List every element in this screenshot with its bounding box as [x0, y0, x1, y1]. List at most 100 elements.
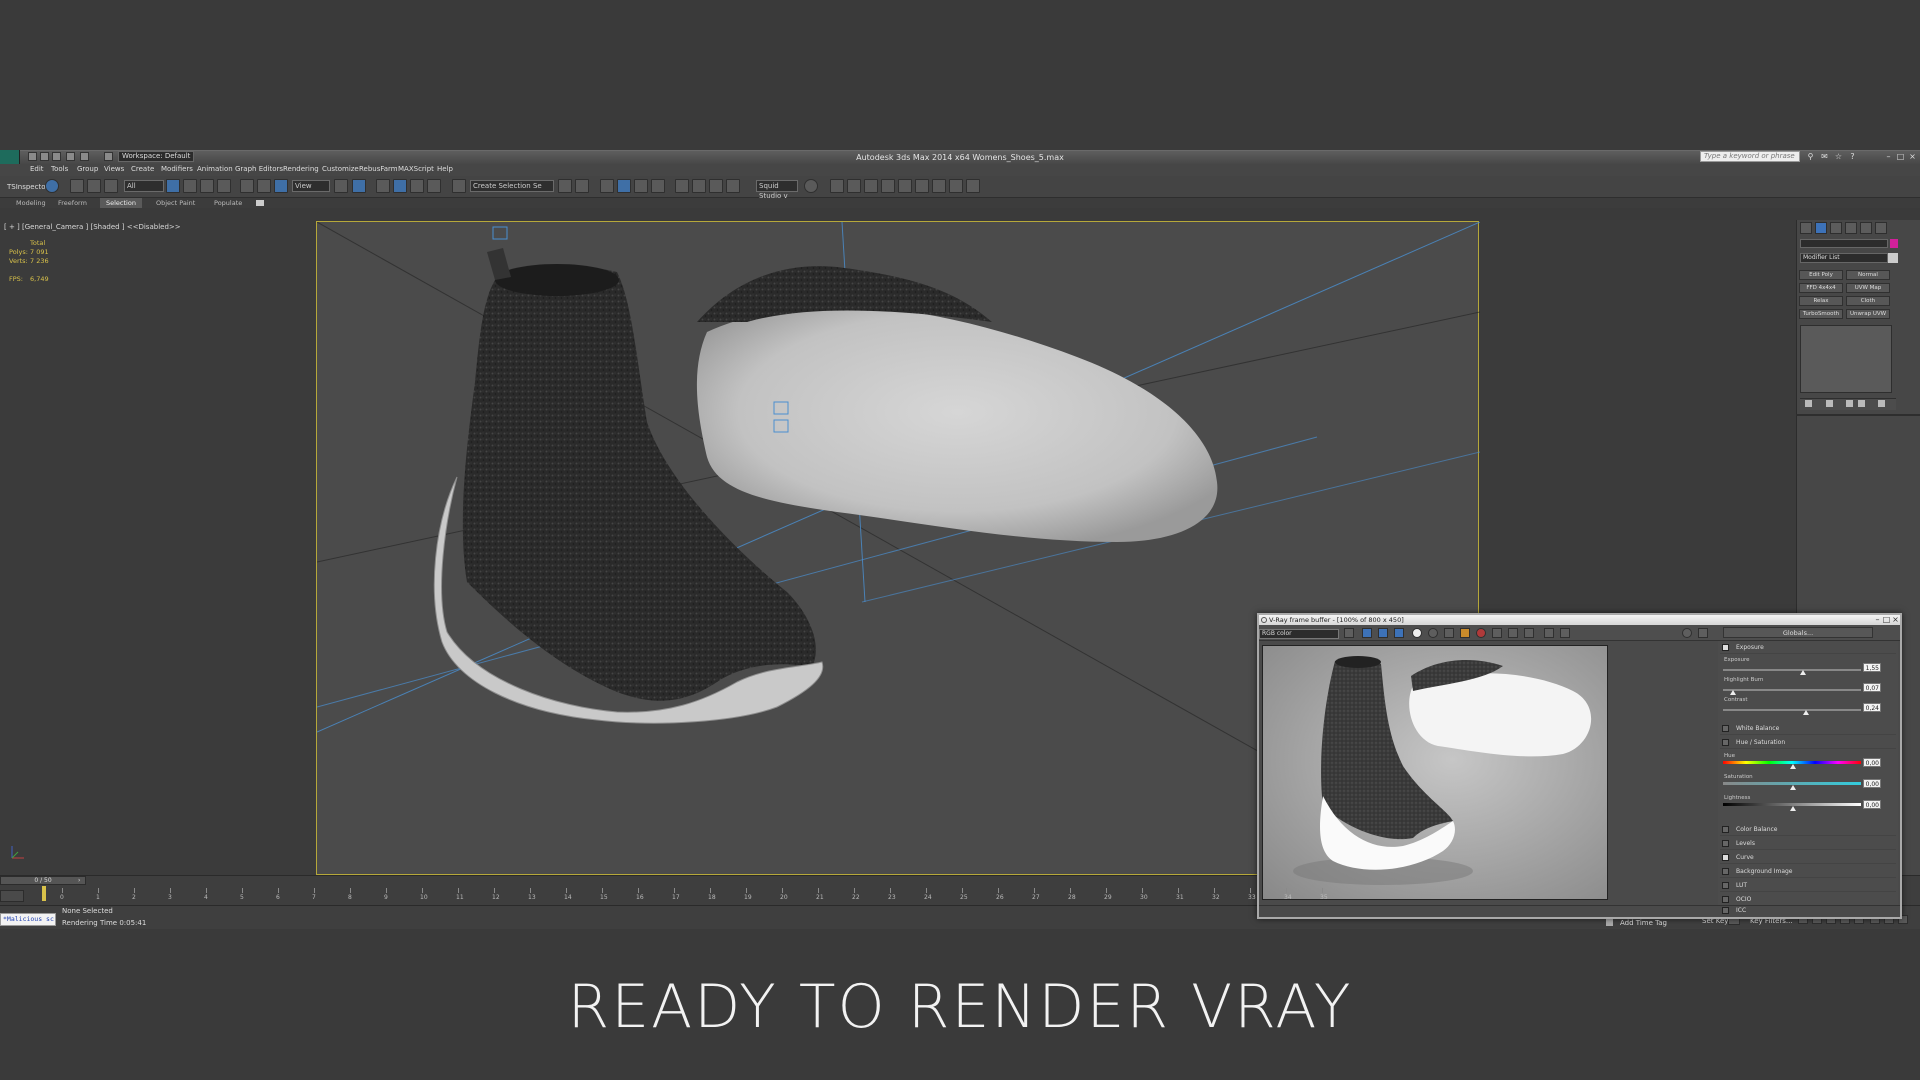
motion-tab-icon[interactable]: [1845, 222, 1857, 234]
minimize-icon[interactable]: –: [1884, 152, 1893, 161]
layer-manager-icon[interactable]: [617, 179, 631, 193]
saturation-slider-thumb[interactable]: [1790, 785, 1796, 790]
modifier-button-edit-poly[interactable]: Edit Poly: [1799, 270, 1843, 280]
move-icon[interactable]: [240, 179, 254, 193]
viewport-label[interactable]: [ + ] [General_Camera ] [Shaded ] <<Disa…: [4, 223, 181, 231]
align-icon[interactable]: [575, 179, 589, 193]
white-balance-section[interactable]: White Balance: [1720, 723, 1896, 735]
next-frame-arrow-icon[interactable]: ›: [78, 877, 84, 884]
render-production-icon[interactable]: [804, 179, 818, 193]
pixel-info-icon[interactable]: [1560, 628, 1570, 638]
cart-icon[interactable]: [966, 179, 980, 193]
snap-toggle-icon[interactable]: [376, 179, 390, 193]
red-channel-icon[interactable]: [1362, 628, 1372, 638]
make-unique-icon[interactable]: [1846, 400, 1853, 407]
time-slider[interactable]: 0 / 50: [0, 876, 86, 885]
maxscript-listener-input[interactable]: *Malicious sc: [0, 913, 56, 926]
vray-icon-4[interactable]: [881, 179, 895, 193]
hue-slider-thumb[interactable]: [1790, 764, 1796, 769]
bind-space-warp-icon[interactable]: [104, 179, 118, 193]
utilities-tab-icon[interactable]: [1875, 222, 1887, 234]
pin-stack-icon[interactable]: [1805, 400, 1812, 407]
rendered-image[interactable]: [1262, 645, 1608, 900]
lock-icon[interactable]: [1606, 919, 1613, 926]
menu-maxscript[interactable]: MAXScript: [398, 165, 434, 173]
tab-populate[interactable]: Populate: [208, 198, 248, 208]
exposure-section[interactable]: Exposure: [1720, 642, 1896, 654]
close-icon[interactable]: ×: [1908, 152, 1917, 161]
display-tab-icon[interactable]: [1860, 222, 1872, 234]
exposure-value[interactable]: 1,55: [1863, 663, 1881, 672]
menu-views[interactable]: Views: [104, 165, 124, 173]
menu-graph-editors[interactable]: Graph Editors: [235, 165, 283, 173]
window-crossing-icon[interactable]: [217, 179, 231, 193]
tab-freeform[interactable]: Freeform: [52, 198, 93, 208]
reference-coordinate-dropdown[interactable]: View: [292, 180, 330, 192]
render-frame-window-icon[interactable]: [726, 179, 740, 193]
show-end-result-icon[interactable]: [1826, 400, 1833, 407]
contrast-slider-thumb[interactable]: [1803, 710, 1809, 715]
tsinspector-icon[interactable]: [45, 179, 59, 193]
alpha-channel-icon[interactable]: [1412, 628, 1422, 638]
color-balance-section[interactable]: Color Balance: [1720, 824, 1896, 836]
levels-section[interactable]: Levels: [1720, 838, 1896, 850]
region-render-icon[interactable]: [1492, 628, 1502, 638]
menu-animation[interactable]: Animation: [197, 165, 233, 173]
hue-value[interactable]: 0,00: [1863, 758, 1881, 767]
menu-tools[interactable]: Tools: [51, 165, 68, 173]
lightness-slider-thumb[interactable]: [1790, 806, 1796, 811]
remove-modifier-icon[interactable]: [1858, 400, 1865, 407]
spinner-snap-icon[interactable]: [427, 179, 441, 193]
tsinspector-label[interactable]: TSInspector: [7, 182, 48, 192]
contrast-value[interactable]: 0,24: [1863, 703, 1881, 712]
trash-icon[interactable]: [949, 179, 963, 193]
hue-saturation-section[interactable]: Hue / Saturation: [1720, 737, 1896, 749]
modify-tab-icon[interactable]: [1815, 222, 1827, 234]
menu-edit[interactable]: Edit: [30, 165, 44, 173]
menu-group[interactable]: Group: [77, 165, 98, 173]
render-last-icon[interactable]: [1524, 628, 1534, 638]
named-selection-dropdown[interactable]: Create Selection Se: [470, 180, 554, 192]
menu-customize[interactable]: Customize: [322, 165, 359, 173]
select-by-name-icon[interactable]: [183, 179, 197, 193]
edit-named-selection-icon[interactable]: [452, 179, 466, 193]
help-icon[interactable]: ?: [1848, 152, 1857, 161]
configure-modifier-sets-icon[interactable]: [1878, 400, 1885, 407]
vfb-close-icon[interactable]: ×: [1891, 615, 1900, 624]
mirror-icon[interactable]: [558, 179, 572, 193]
favorites-icon[interactable]: ☆: [1834, 152, 1843, 161]
lut-section[interactable]: LUT: [1720, 880, 1896, 892]
pivot-center-icon[interactable]: [334, 179, 348, 193]
folder-icon[interactable]: [915, 179, 929, 193]
hierarchy-tab-icon[interactable]: [1830, 222, 1842, 234]
icc-section[interactable]: ICC: [1736, 906, 1746, 916]
material-editor-icon[interactable]: [692, 179, 706, 193]
modifier-button-turbosmooth[interactable]: TurboSmooth: [1799, 309, 1843, 319]
ribbon-toggle-icon[interactable]: [256, 200, 264, 206]
ribbon-toggle-icon[interactable]: [634, 179, 648, 193]
exposure-slider-thumb[interactable]: [1800, 670, 1806, 675]
scale-icon[interactable]: [274, 179, 288, 193]
channel-dropdown[interactable]: RGB color: [1259, 629, 1339, 639]
modifier-button-normal[interactable]: Normal: [1846, 270, 1890, 280]
communication-center-icon[interactable]: ✉: [1820, 152, 1829, 161]
vfb-maximize-icon[interactable]: □: [1882, 615, 1891, 624]
blue-channel-icon[interactable]: [1394, 628, 1404, 638]
save-image-icon[interactable]: [1344, 628, 1354, 638]
exposure-slider[interactable]: [1723, 669, 1861, 671]
selection-filter-dropdown[interactable]: All: [124, 180, 164, 192]
menu-create[interactable]: Create: [131, 165, 154, 173]
render-setup-icon[interactable]: [709, 179, 723, 193]
background-image-section[interactable]: Background Image: [1720, 866, 1896, 878]
menu-modifiers[interactable]: Modifiers: [161, 165, 193, 173]
rectangle-selection-icon[interactable]: [200, 179, 214, 193]
link-icon[interactable]: [70, 179, 84, 193]
modifier-button-unwrap-uvw[interactable]: Unwrap UVW: [1846, 309, 1890, 319]
green-channel-icon[interactable]: [1378, 628, 1388, 638]
curve-editor-icon[interactable]: [651, 179, 665, 193]
select-and-manipulate-icon[interactable]: [352, 179, 366, 193]
highlight-burn-slider[interactable]: [1723, 689, 1861, 691]
display-correction-icon[interactable]: [1544, 628, 1554, 638]
vray-icon-3[interactable]: [864, 179, 878, 193]
highlight-burn-value[interactable]: 0,07: [1863, 683, 1881, 692]
